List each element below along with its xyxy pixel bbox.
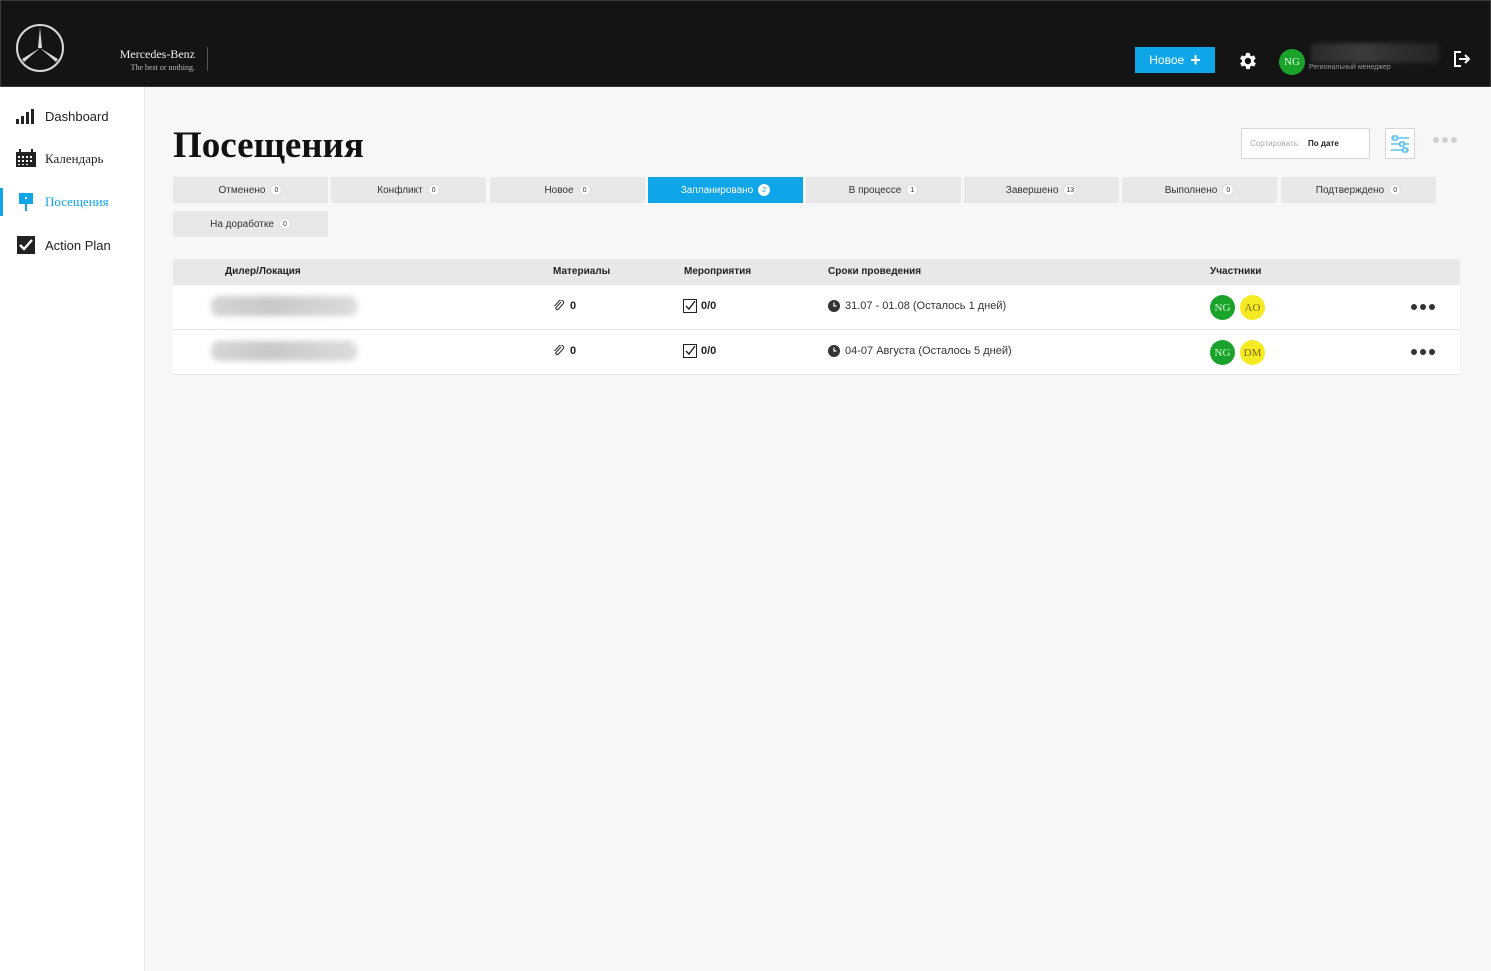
tab-count-badge: 0: [427, 184, 440, 196]
page-title: Посещения: [173, 125, 364, 166]
gear-icon[interactable]: [1236, 50, 1258, 72]
checkbox-checked-icon: [17, 236, 35, 254]
dates-cell: 31.07 - 01.08 (Осталось 1 дней): [828, 300, 1006, 312]
user-role: Региональный менеджер: [1309, 64, 1391, 71]
events-cell: 0/0: [683, 299, 716, 313]
participant-avatar[interactable]: NG: [1210, 295, 1235, 320]
tab-label: Завершено: [1005, 184, 1059, 196]
more-options-icon[interactable]: [1433, 137, 1457, 143]
brand-slogan: The best or nothing.: [130, 63, 195, 72]
column-header-dealer[interactable]: Дилер/Локация: [225, 266, 301, 277]
tab-count-badge: 0: [1222, 184, 1235, 196]
tab-label: Новое: [544, 184, 574, 196]
brand-wordmark: Mercedes-Benz The best or nothing.: [111, 47, 195, 72]
tab-cancelled[interactable]: Отменено 0: [173, 177, 328, 203]
visits-table: Дилер/Локация Материалы Мероприятия Срок…: [173, 259, 1460, 375]
tab-completed[interactable]: Завершено 13: [964, 177, 1119, 203]
tab-label: Подтверждено: [1315, 184, 1385, 196]
tab-count-badge: 0: [278, 218, 291, 230]
tab-count-badge: 1: [906, 184, 919, 196]
new-button-label: Новое: [1149, 53, 1185, 67]
clock-icon: [828, 300, 840, 312]
tab-in-progress[interactable]: В процессе 1: [806, 177, 961, 203]
materials-cell: 0: [553, 300, 576, 312]
row-more-options-icon[interactable]: [1411, 304, 1435, 310]
sort-label: Сортировать:: [1250, 139, 1301, 148]
tab-label: Выполнено: [1164, 184, 1218, 196]
plus-icon: +: [1190, 50, 1201, 70]
events-count: 0/0: [701, 345, 717, 357]
dates-text: 04-07 Августа (Осталось 5 дней): [845, 345, 1012, 357]
participants-cell: NG AO: [1210, 295, 1265, 320]
top-bar: Mercedes-Benz The best or nothing. Новое…: [0, 0, 1491, 87]
tab-label: Запланировано: [680, 184, 754, 196]
sidebar-item-action-plan[interactable]: Action Plan: [0, 230, 145, 260]
tab-label: Отменено: [218, 184, 266, 196]
user-name-redacted: [1311, 43, 1439, 63]
tab-label: В процессе: [848, 184, 902, 196]
tab-new[interactable]: Новое 0: [490, 177, 645, 203]
sidebar: Dashboard Календарь Посещения Action Pla…: [0, 87, 145, 971]
checkbox-icon: [683, 299, 697, 313]
table-row[interactable]: 0 0/0 04-07 Августа (Осталось 5 дней) NG…: [173, 330, 1460, 375]
mercedes-star-logo-icon[interactable]: [15, 23, 65, 73]
sidebar-item-visits[interactable]: Посещения: [0, 187, 145, 217]
sidebar-item-label: Action Plan: [45, 237, 111, 253]
sidebar-item-calendar[interactable]: Календарь: [0, 144, 145, 174]
participant-avatar[interactable]: NG: [1210, 340, 1235, 365]
participant-avatar[interactable]: AO: [1240, 295, 1265, 320]
sidebar-item-dashboard[interactable]: Dashboard: [0, 101, 145, 131]
user-avatar[interactable]: NG: [1279, 49, 1305, 75]
tab-rework[interactable]: На доработке 0: [173, 211, 328, 237]
participant-avatar[interactable]: DM: [1240, 340, 1265, 365]
sidebar-item-label: Календарь: [45, 151, 104, 166]
tab-confirmed[interactable]: Подтверждено 0: [1281, 177, 1436, 203]
sidebar-item-label: Dashboard: [45, 108, 109, 124]
row-more-options-icon[interactable]: [1411, 349, 1435, 355]
column-header-events[interactable]: Мероприятия: [684, 266, 751, 277]
materials-cell: 0: [553, 345, 576, 357]
tab-count-badge: 13: [1063, 184, 1078, 196]
calendar-icon: [16, 149, 36, 167]
table-header: Дилер/Локация Материалы Мероприятия Срок…: [173, 259, 1460, 285]
filter-button[interactable]: [1385, 128, 1415, 159]
dealer-name-redacted: [211, 296, 357, 316]
filter-sliders-icon: [1391, 135, 1409, 152]
paperclip-icon: [554, 300, 565, 311]
dates-text: 31.07 - 01.08 (Осталось 1 дней): [845, 300, 1007, 312]
dates-cell: 04-07 Августа (Осталось 5 дней): [828, 345, 1012, 357]
logout-icon[interactable]: [1452, 50, 1470, 68]
sort-select[interactable]: Сортировать: По дате: [1241, 128, 1370, 159]
materials-count: 0: [570, 300, 577, 312]
column-header-dates[interactable]: Сроки проведения: [828, 266, 921, 277]
new-button[interactable]: Новое +: [1135, 47, 1215, 73]
sort-value: По дате: [1308, 139, 1339, 148]
column-header-participants[interactable]: Участники: [1210, 266, 1261, 277]
tab-count-badge: 0: [578, 184, 591, 196]
tab-done[interactable]: Выполнено 0: [1122, 177, 1277, 203]
events-cell: 0/0: [683, 344, 716, 358]
column-header-materials[interactable]: Материалы: [553, 266, 610, 277]
clock-icon: [828, 345, 840, 357]
materials-count: 0: [570, 345, 577, 357]
tab-planned[interactable]: Запланировано 2: [648, 177, 803, 203]
sidebar-item-label: Посещения: [45, 194, 109, 209]
tab-count-badge: 0: [1389, 184, 1402, 196]
tab-count-badge: 0: [270, 184, 283, 196]
tab-label: Конфликт: [377, 184, 423, 196]
tab-conflict[interactable]: Конфликт 0: [331, 177, 486, 203]
bar-chart-icon: [16, 109, 34, 124]
brand-divider: [207, 47, 208, 71]
events-count: 0/0: [701, 300, 717, 312]
tab-label: На доработке: [210, 218, 274, 230]
brand-name: Mercedes-Benz: [119, 47, 195, 61]
table-row[interactable]: 0 0/0 31.07 - 01.08 (Осталось 1 дней) NG…: [173, 285, 1460, 330]
paperclip-icon: [554, 345, 565, 356]
visit-marker-icon: [19, 193, 33, 211]
tab-count-badge: 2: [758, 184, 771, 196]
checkbox-icon: [683, 344, 697, 358]
dealer-name-redacted: [211, 341, 357, 361]
participants-cell: NG DM: [1210, 340, 1265, 365]
